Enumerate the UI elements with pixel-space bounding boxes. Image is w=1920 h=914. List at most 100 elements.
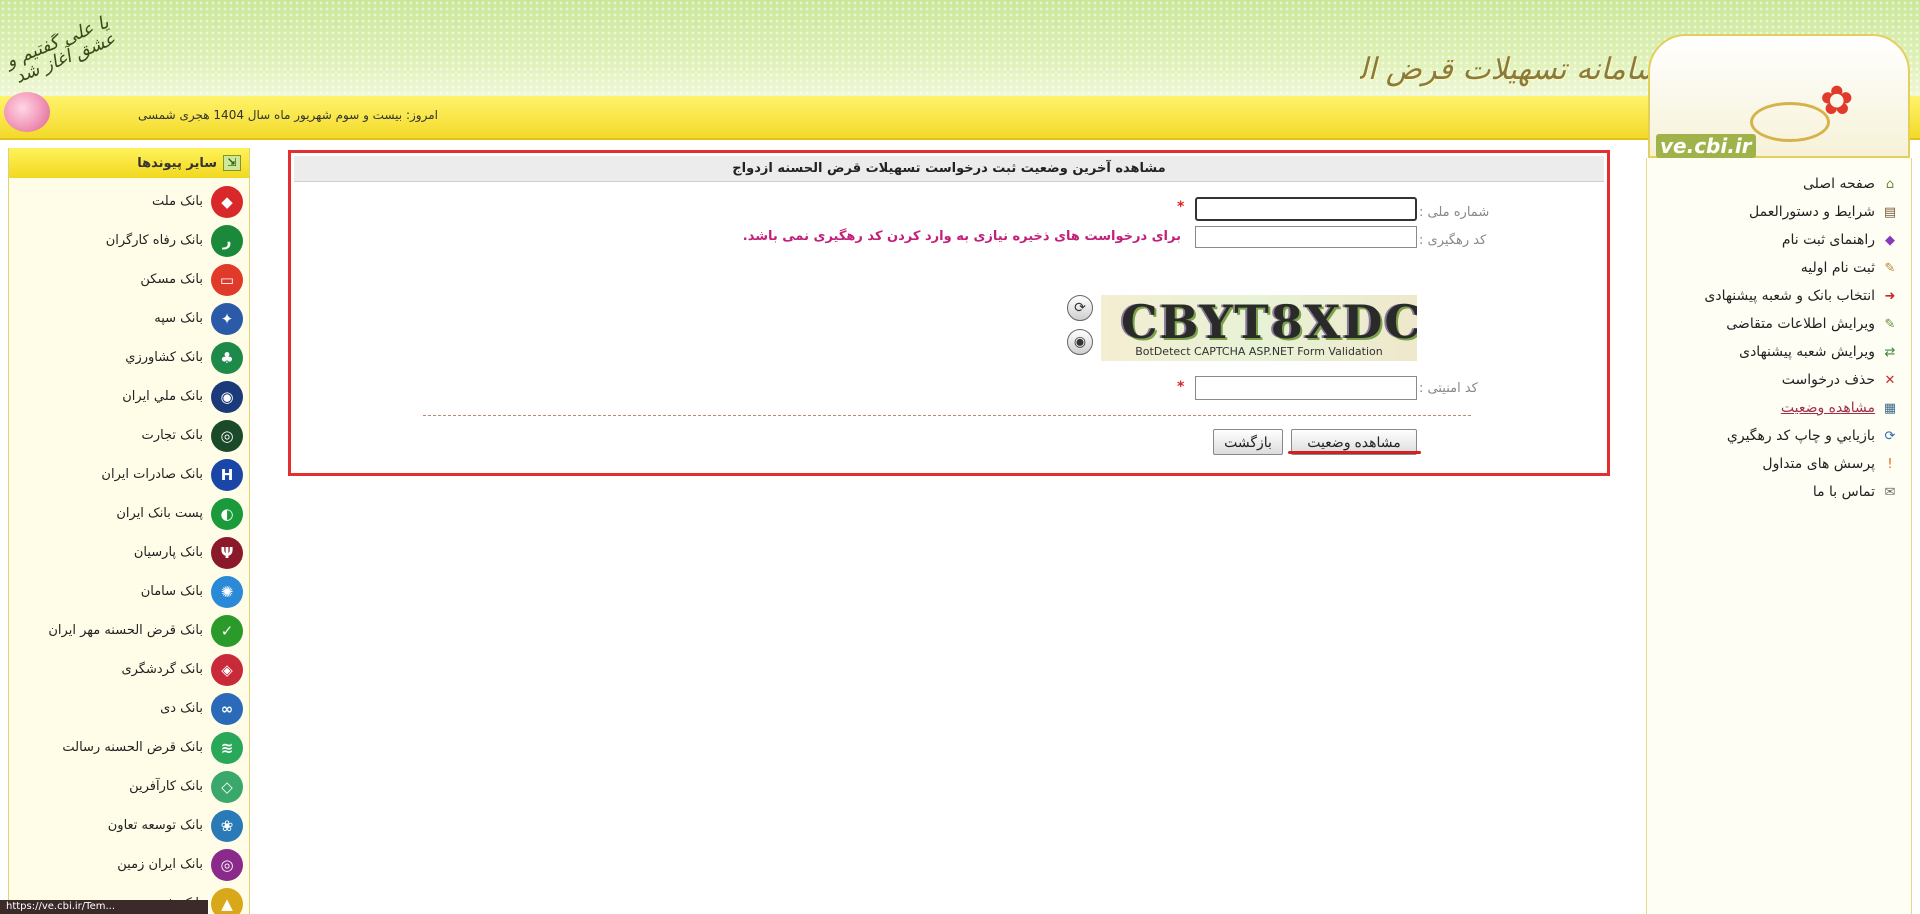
date-text: امروز: بیست و سوم شهریور ماه سال 1404 هج… xyxy=(138,108,438,122)
melli-logo-icon: ◉ xyxy=(211,380,243,413)
bank-link-label: بانک قرض الحسنه رسالت xyxy=(62,740,203,755)
bank-link[interactable]: ◉ بانک ملي ايران xyxy=(9,377,249,416)
menu-item-label: تماس با ما xyxy=(1812,484,1875,500)
bank-link[interactable]: ✦ بانک سپه xyxy=(9,299,249,338)
links-icon: ⇲ xyxy=(223,155,241,171)
national-id-label: شماره ملی : xyxy=(1419,205,1490,220)
menu-item-label: راهنمای ثبت نام xyxy=(1781,232,1875,248)
taavon-logo-icon: ❀ xyxy=(211,809,243,842)
delete-icon: ✕ xyxy=(1884,372,1896,388)
iranzamin-logo-icon: ◎ xyxy=(211,848,243,881)
bank-link-label: بانک سپه xyxy=(154,311,203,326)
bank-link-label: بانک صادرات ايران xyxy=(101,467,203,482)
mellat-logo-icon: ◆ xyxy=(211,185,243,218)
refah-logo-icon: ر xyxy=(211,224,243,257)
menu-item-label: بازيابي و چاپ کد رهگيري xyxy=(1726,428,1875,444)
bank-link[interactable]: ◆ بانک ملت xyxy=(9,182,249,221)
bank-link[interactable]: ◐ پست بانک ايران xyxy=(9,494,249,533)
book-icon: ▤ xyxy=(1883,204,1897,220)
menu-item-label: حذف درخواست xyxy=(1781,372,1875,388)
required-mark: * xyxy=(1177,379,1185,395)
bank-link[interactable]: Ψ بانک پارسيان xyxy=(9,533,249,572)
menu-item[interactable]: ⟳ بازيابي و چاپ کد رهگيري xyxy=(1647,422,1899,450)
tracking-code-input[interactable] xyxy=(1195,226,1417,248)
menu-item[interactable]: ⇄ ویرایش شعبه پیشنهادی xyxy=(1647,338,1899,366)
menu-item[interactable]: ➜ انتخاب بانک و شعبه پیشنهادی xyxy=(1647,282,1899,310)
status-form-panel: مشاهده آخرین وضعیت ثبت درخواست تسهیلات ق… xyxy=(288,150,1610,476)
required-mark: * xyxy=(1177,199,1185,215)
bank-link-label: بانک مسکن xyxy=(140,272,203,287)
saderat-logo-icon: H xyxy=(211,458,243,491)
menu-item[interactable]: ✕ حذف درخواست xyxy=(1647,366,1899,394)
tracking-code-label: کد رهگیری : xyxy=(1419,233,1487,248)
national-id-input[interactable] xyxy=(1195,197,1417,221)
select-bank-icon: ➜ xyxy=(1884,288,1896,304)
bank-link[interactable]: ◈ بانک گردشگری xyxy=(9,650,249,689)
captcha-image: CBYT8XDCT BotDetect CAPTCHA ASP.NET Form… xyxy=(1101,295,1417,361)
menu-item-label: ثبت نام اولیه xyxy=(1800,260,1875,276)
header: یا علی گفتیم و عشق آغاز شد امروز: بیست و… xyxy=(0,0,1920,158)
menu-item[interactable]: ◆ راهنمای ثبت نام xyxy=(1647,226,1899,254)
main-menu-sidebar: ⌂ صفحه اصلی ▤ شرایط و دستورالعمل ◆ راهنمای ثب… xyxy=(1646,158,1912,914)
bank-link-label: بانک سامان xyxy=(140,584,203,599)
guide-book-icon: ◆ xyxy=(1885,232,1895,248)
menu-item-label: مشاهده وضعیت xyxy=(1780,400,1875,416)
bank-link-label: بانک دی xyxy=(160,701,203,716)
bank-link[interactable]: ✺ بانک سامان xyxy=(9,572,249,611)
bank-link[interactable]: H بانک صادرات ايران xyxy=(9,455,249,494)
menu-item[interactable]: ⌂ صفحه اصلی xyxy=(1647,170,1899,198)
menu-item[interactable]: ! پرسش های متداول xyxy=(1647,450,1899,478)
back-button[interactable]: بازگشت xyxy=(1213,429,1283,455)
menu-item[interactable]: ✎ ویرایش اطلاعات متقاضی xyxy=(1647,310,1899,338)
other-links-title: سایر پیوندها xyxy=(137,155,217,171)
sepah-logo-icon: ✦ xyxy=(211,302,243,335)
bank-link[interactable]: ≋ بانک قرض الحسنه رسالت xyxy=(9,728,249,767)
bank-link[interactable]: ر بانک رفاه کارگران xyxy=(9,221,249,260)
bank-link-label: بانک ملت xyxy=(152,194,203,209)
flower-decoration xyxy=(4,92,50,132)
menu-item[interactable]: ▦ مشاهده وضعیت xyxy=(1647,394,1899,422)
captcha-caption: BotDetect CAPTCHA ASP.NET Form Validatio… xyxy=(1135,345,1383,358)
postbank-logo-icon: ◐ xyxy=(211,497,243,530)
view-status-underline xyxy=(1288,451,1421,454)
dey-logo-icon: ∞ xyxy=(211,692,243,725)
mehr-logo-icon: ✓ xyxy=(211,614,243,647)
bank-link[interactable]: ◇ بانک کارآفرين xyxy=(9,767,249,806)
bank-link[interactable]: ▭ بانک مسکن xyxy=(9,260,249,299)
bank-link[interactable]: ✓ بانک قرض الحسنه مهر ايران xyxy=(9,611,249,650)
menu-item[interactable]: ▤ شرایط و دستورالعمل xyxy=(1647,198,1899,226)
bank-link[interactable]: ❀ بانک توسعه تعاون xyxy=(9,806,249,845)
register-icon: ✎ xyxy=(1884,260,1896,276)
menu-item[interactable]: ✎ ثبت نام اولیه xyxy=(1647,254,1899,282)
karafarin-logo-icon: ◇ xyxy=(211,770,243,803)
bank-links-list: ◆ بانک ملت ر بانک رفاه کارگران ▭ بانک مسکن ✦ با… xyxy=(9,178,249,914)
bank-link-label: بانک گردشگری xyxy=(121,662,203,677)
bank-link[interactable]: ◎ بانک ايران زمين xyxy=(9,845,249,884)
bank-link[interactable]: ◎ بانک تجارت xyxy=(9,416,249,455)
bank-link-label: بانک توسعه تعاون xyxy=(107,818,203,833)
captcha-reload-icon[interactable]: ⟳ xyxy=(1067,295,1093,321)
resalat-logo-icon: ≋ xyxy=(211,731,243,764)
form-divider xyxy=(423,415,1471,416)
bank-logo-icon: ▲ xyxy=(211,887,243,914)
site-logo-text: ve.cbi.ir xyxy=(1656,134,1756,158)
site-logo[interactable]: ✿ ve.cbi.ir xyxy=(1648,34,1910,158)
security-code-input[interactable] xyxy=(1195,376,1417,400)
bank-link-label: بانک کارآفرين xyxy=(129,779,203,794)
form-title: مشاهده آخرین وضعیت ثبت درخواست تسهیلات ق… xyxy=(294,156,1604,182)
bank-link-label: بانک رفاه کارگران xyxy=(105,233,203,248)
captcha-text: CBYT8XDCT xyxy=(1121,295,1417,349)
edit-branch-icon: ⇄ xyxy=(1884,344,1896,360)
contact-icon: ✉ xyxy=(1884,484,1896,500)
menu-item[interactable]: ✉ تماس با ما xyxy=(1647,478,1899,506)
parsian-logo-icon: Ψ xyxy=(211,536,243,569)
view-status-icon: ▦ xyxy=(1883,400,1897,416)
captcha-audio-icon[interactable]: ◉ xyxy=(1067,329,1093,355)
bank-link[interactable]: ∞ بانک دی xyxy=(9,689,249,728)
refresh-print-icon: ⟳ xyxy=(1884,428,1896,444)
menu-item-label: صفحه اصلی xyxy=(1802,176,1875,192)
status-bar-url: https://ve.cbi.ir/Tem... xyxy=(0,900,208,914)
menu-item-label: ویرایش شعبه پیشنهادی xyxy=(1739,344,1875,360)
menu-item-label: پرسش های متداول xyxy=(1762,456,1875,472)
bank-link[interactable]: ♣ بانک کشاورزي xyxy=(9,338,249,377)
